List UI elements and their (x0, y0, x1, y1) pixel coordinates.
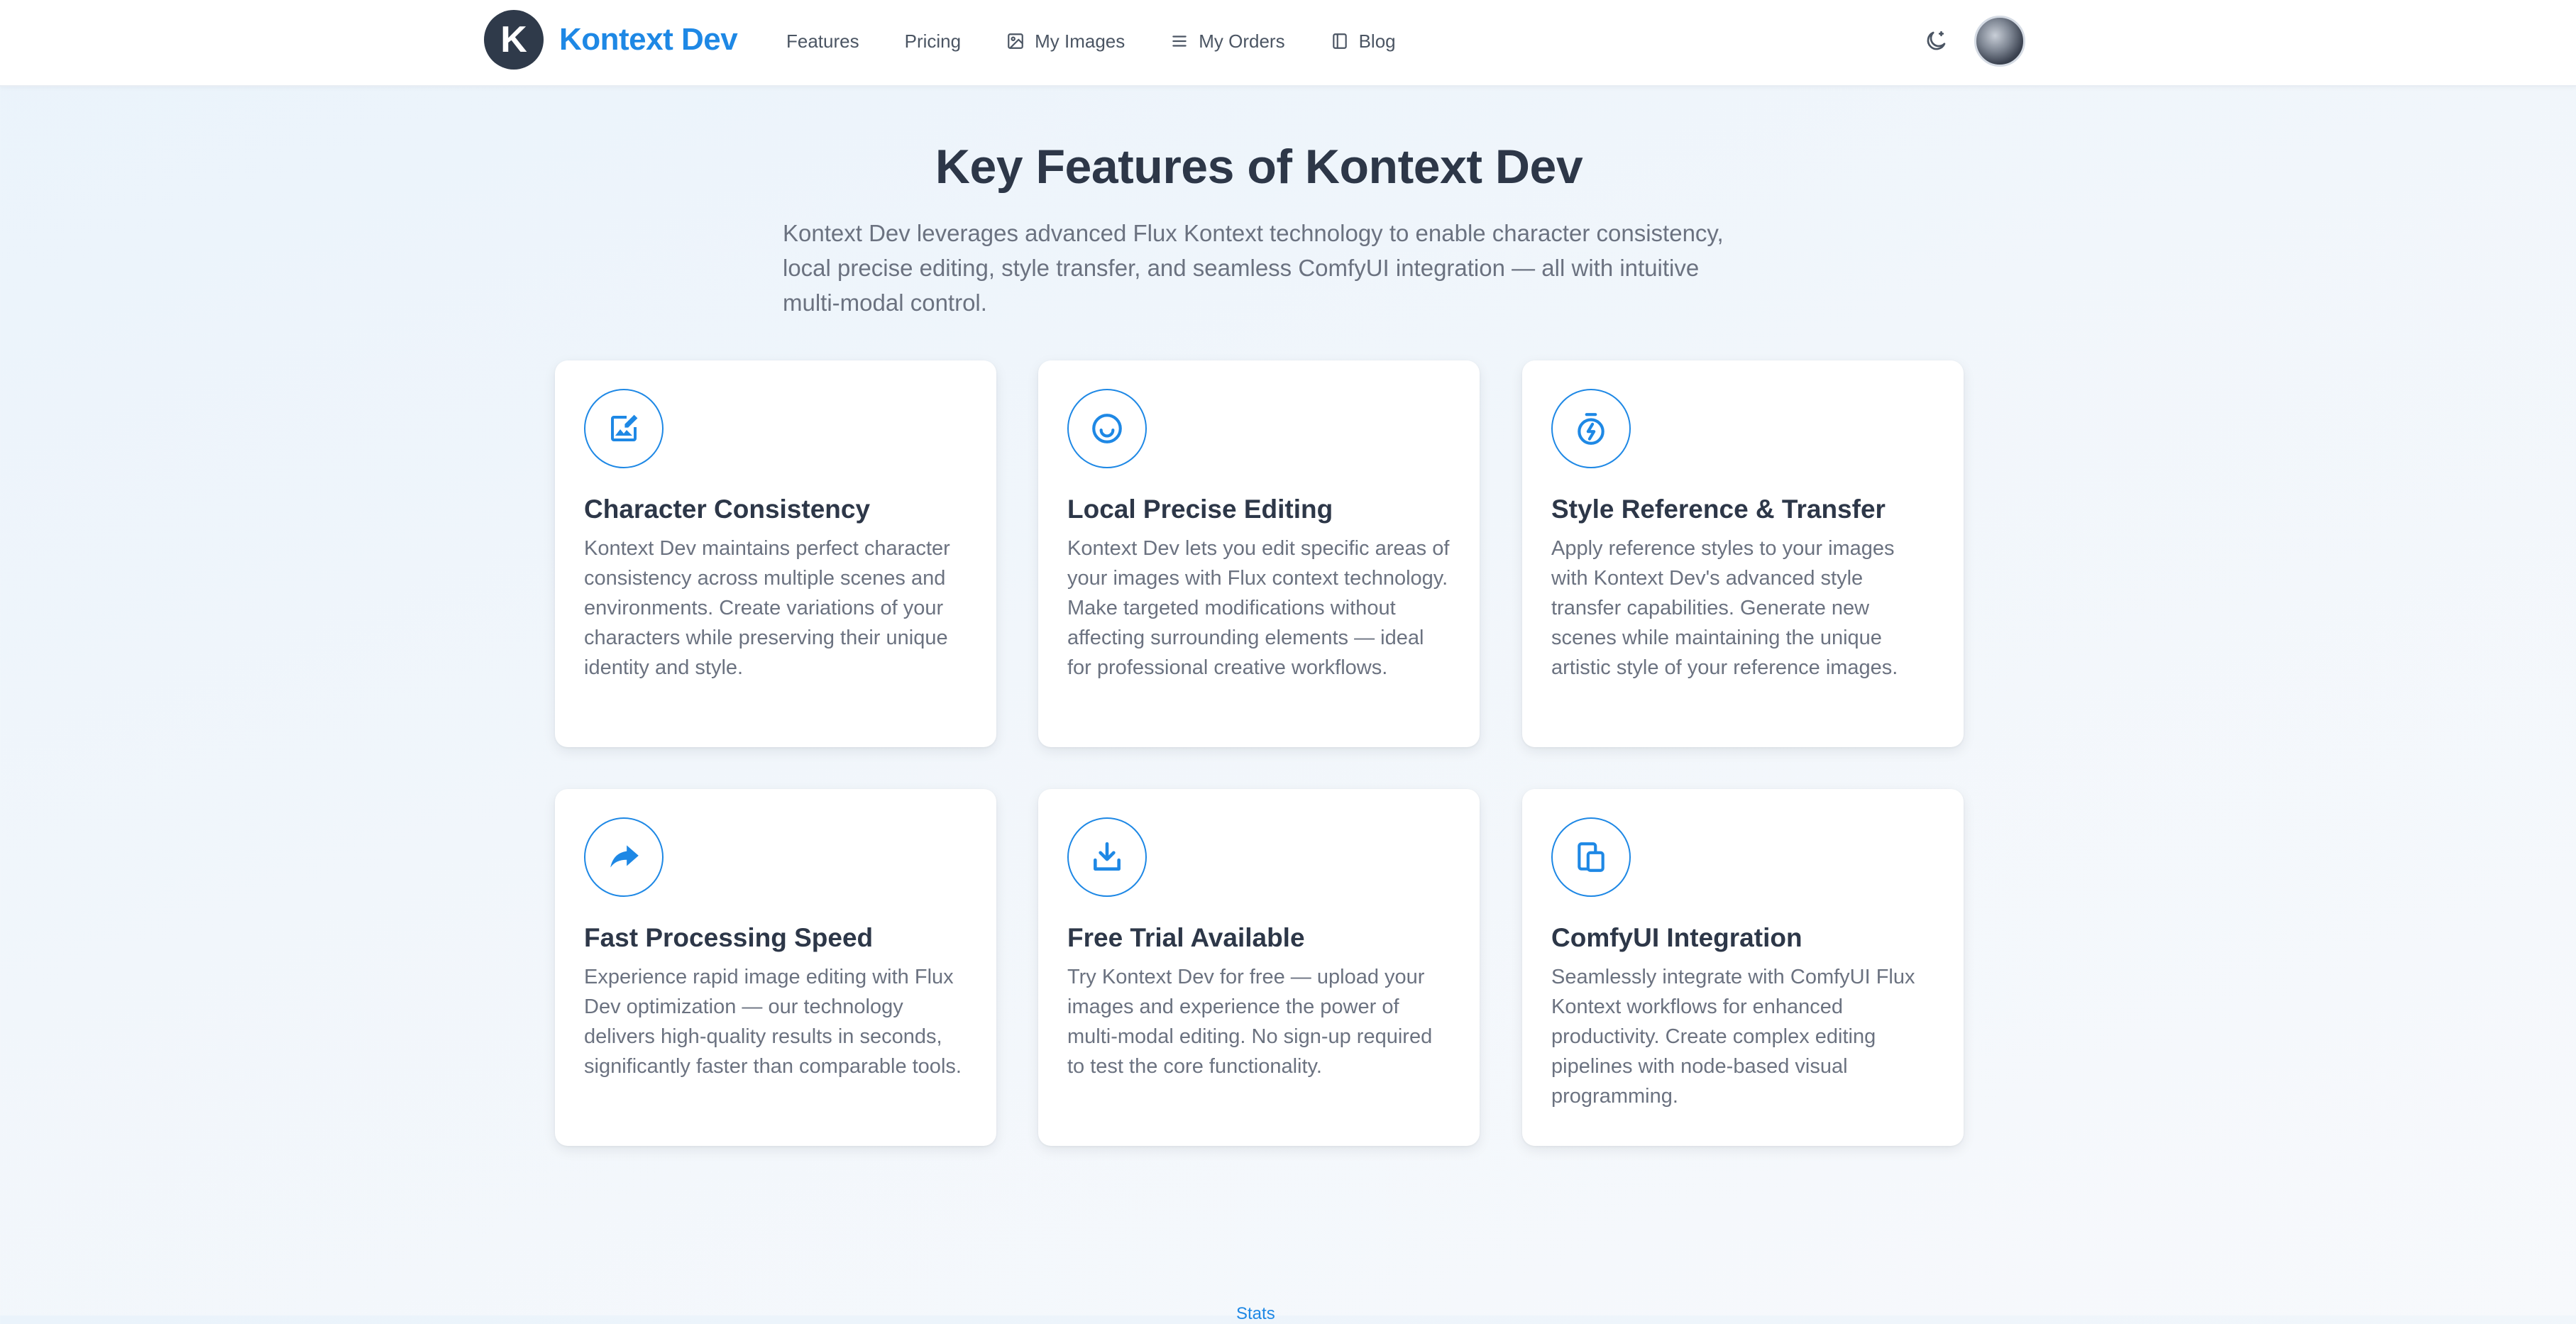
feature-title: Local Precise Editing (1067, 495, 1333, 524)
feature-title: Style Reference & Transfer (1551, 495, 1886, 524)
nav-link-my-orders[interactable]: My Orders (1170, 30, 1285, 53)
stopwatch-bolt-icon (1578, 413, 1605, 445)
smile-icon (1092, 414, 1122, 443)
feature-description: Kontext Dev lets you edit specific areas… (1067, 537, 1450, 679)
nav-link-pricing[interactable]: Pricing (905, 31, 961, 53)
feature-card: Style Reference & Transfer Apply referen… (1522, 360, 1964, 747)
nav-right (1910, 16, 2025, 67)
feature-card: Free Trial Available Try Kontext Dev for… (1038, 789, 1480, 1146)
stats-section-label[interactable]: Stats (1236, 1304, 1275, 1324)
feature-description: Experience rapid image editing with Flux… (584, 966, 962, 1078)
image-icon (1008, 33, 1023, 49)
feature-icon-wrap (1551, 389, 1631, 468)
feature-description: Apply reference styles to your images wi… (1551, 537, 1898, 679)
brand-link[interactable]: K Kontext Dev (484, 10, 738, 70)
nav-link-label: My Images (1035, 30, 1125, 52)
download-tray-icon (1094, 842, 1121, 871)
image-edit-icon (611, 414, 638, 441)
feature-description: Seamlessly integrate with ComfyUI Flux K… (1551, 966, 1915, 1108)
nav-link-label: Blog (1358, 30, 1396, 52)
nav-link-label: Features (786, 30, 859, 52)
feature-icon-wrap (584, 817, 664, 897)
moon-icon (1927, 31, 1946, 50)
page-subtitle: Kontext Dev leverages advanced Flux Kont… (783, 220, 1724, 316)
feature-card: Character Consistency Kontext Dev mainta… (555, 360, 996, 747)
feature-card: ComfyUI Integration Seamlessly integrate… (1522, 789, 1964, 1146)
nav-links: Features Pricing My Images My Orders Blo… (786, 0, 1441, 82)
feature-icon-wrap (1067, 817, 1147, 897)
feature-title: ComfyUI Integration (1551, 923, 1802, 952)
feature-card: Fast Processing Speed Experience rapid i… (555, 789, 996, 1146)
nav-link-blog[interactable]: Blog (1331, 31, 1396, 53)
book-icon (1332, 33, 1347, 49)
nav-link-my-images[interactable]: My Images (1006, 31, 1125, 53)
user-avatar[interactable] (1974, 16, 2025, 67)
top-navbar: K Kontext Dev Features Pricing My Images… (0, 0, 2576, 87)
feature-description: Try Kontext Dev for free — upload your i… (1067, 966, 1433, 1078)
nav-link-features[interactable]: Features (786, 31, 859, 53)
feature-title: Free Trial Available (1067, 923, 1305, 952)
page-title: Key Features of Kontext Dev (935, 140, 1583, 194)
feature-description: Kontext Dev maintains perfect character … (584, 537, 950, 679)
share-arrow-icon (610, 845, 639, 868)
nav-link-label: Pricing (904, 30, 962, 52)
feature-icon-wrap (1067, 389, 1147, 468)
feature-title: Character Consistency (584, 495, 871, 524)
feature-icon-wrap (1551, 817, 1631, 897)
theme-toggle-button[interactable] (1910, 16, 1961, 67)
nav-link-label: My Orders (1199, 30, 1285, 52)
devices-icon (1578, 842, 1605, 872)
logo-icon: K (484, 10, 544, 70)
list-icon (1172, 35, 1187, 47)
feature-title: Fast Processing Speed (584, 923, 874, 952)
brand-name: Kontext Dev (559, 22, 738, 57)
feature-icon-wrap (584, 389, 664, 468)
feature-card: Local Precise Editing Kontext Dev lets y… (1038, 360, 1480, 747)
